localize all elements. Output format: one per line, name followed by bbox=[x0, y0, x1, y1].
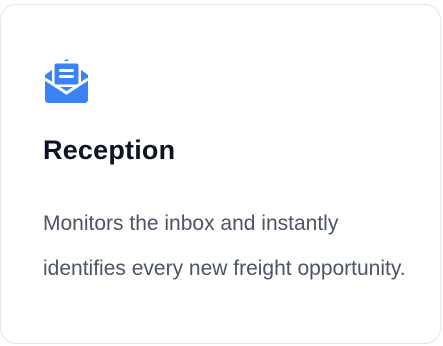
card-title: Reception bbox=[43, 135, 176, 165]
card-description: Monitors the inbox and instantly identif… bbox=[43, 212, 406, 280]
feature-card: Reception Monitors the inbox and instant… bbox=[0, 4, 441, 344]
open-envelope-letter-icon bbox=[41, 55, 92, 105]
